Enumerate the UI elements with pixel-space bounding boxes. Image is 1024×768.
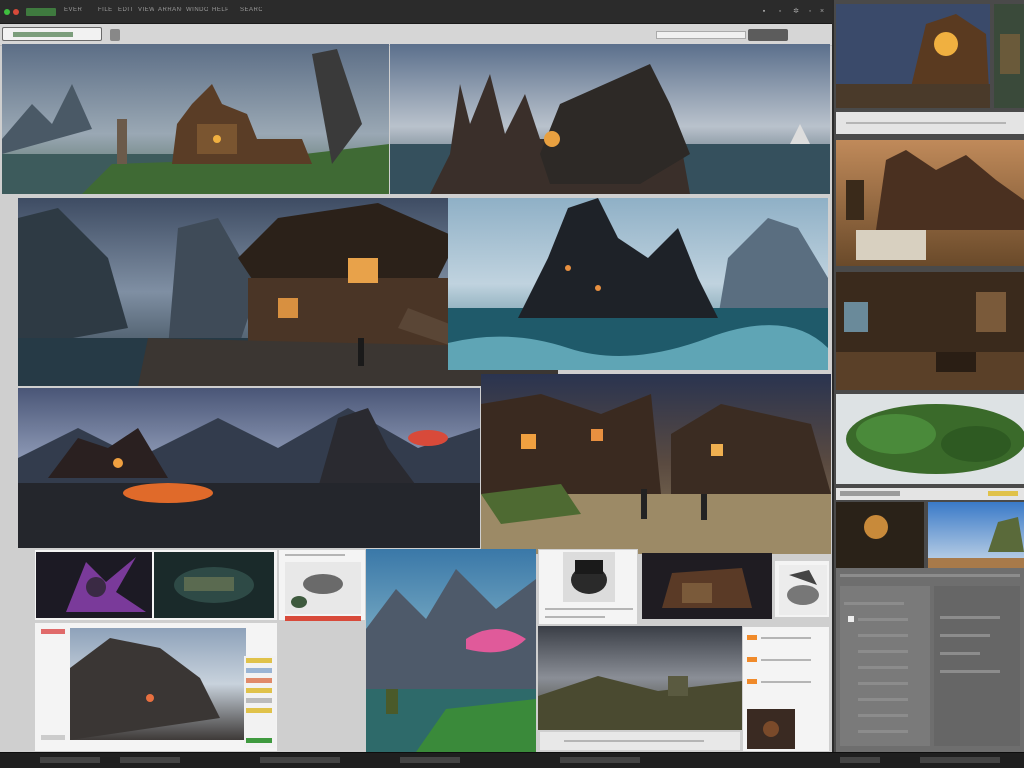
- image-waterfall-valley[interactable]: [366, 549, 536, 752]
- menu-edit[interactable]: EDIT: [118, 7, 134, 17]
- status-item-2[interactable]: [120, 757, 180, 763]
- gear-icon[interactable]: ✲: [792, 8, 800, 16]
- setting-row-1[interactable]: [844, 592, 924, 600]
- menu-window[interactable]: WINDOW: [186, 7, 208, 17]
- settings-icon[interactable]: ◦: [806, 8, 814, 16]
- maximize-icon[interactable]: ▫: [776, 8, 784, 16]
- settings-column: [840, 586, 930, 746]
- image-rocky-cliffs[interactable]: [70, 628, 246, 740]
- image-village-square-evening[interactable]: [481, 374, 831, 554]
- swatch-row: [836, 488, 1024, 500]
- image-coastal-castle-village[interactable]: [2, 44, 389, 194]
- image-golden-village-interior[interactable]: [836, 4, 990, 108]
- status-item-1[interactable]: [40, 757, 100, 763]
- image-tavern-interior[interactable]: [836, 272, 1024, 390]
- status-item-6[interactable]: [840, 757, 880, 763]
- image-jungle-foliage[interactable]: [836, 394, 1024, 484]
- status-item-3[interactable]: [260, 757, 340, 763]
- toolbar-small-button[interactable]: [110, 29, 120, 41]
- caption-strip: [540, 732, 740, 750]
- image-sky-island[interactable]: [928, 502, 1024, 568]
- checkbox-icon[interactable]: [848, 616, 854, 622]
- minimize-icon[interactable]: ▪: [760, 8, 768, 16]
- app-logo: [26, 8, 56, 16]
- card-cauldron[interactable]: [538, 549, 638, 625]
- image-stormy-hills[interactable]: [538, 626, 742, 730]
- image-purple-creature[interactable]: [36, 552, 152, 618]
- card-creature-sketches[interactable]: [278, 549, 366, 621]
- image-ruined-shack[interactable]: [642, 553, 772, 619]
- section-header-bar: [836, 112, 1024, 134]
- image-underground-machine[interactable]: [154, 552, 274, 618]
- card-notes[interactable]: [742, 626, 830, 752]
- zoom-field[interactable]: [656, 31, 746, 39]
- swatch-palette[interactable]: [244, 656, 276, 748]
- status-item-5[interactable]: [560, 757, 640, 763]
- status-item-7[interactable]: [920, 757, 1000, 763]
- menu-arrange[interactable]: ARRANGE: [158, 7, 182, 17]
- record-dot-icon[interactable]: [13, 9, 19, 15]
- settings-detail-column: [934, 586, 1020, 746]
- menu-help[interactable]: HELP: [212, 7, 228, 17]
- image-ship-fortress-storm[interactable]: [390, 44, 830, 194]
- app-title: EVER: [64, 7, 83, 13]
- image-desert-castle[interactable]: [836, 140, 1024, 266]
- menu-file[interactable]: FILE: [98, 7, 114, 17]
- search-input[interactable]: [2, 27, 102, 41]
- image-village-edge[interactable]: [994, 4, 1024, 108]
- image-burning-town-night[interactable]: [18, 388, 480, 548]
- menu-view[interactable]: VIEW: [138, 7, 154, 17]
- card-reference-thumb[interactable]: [774, 560, 830, 618]
- settings-header: [840, 574, 1020, 577]
- toolbar-action-button[interactable]: [748, 29, 788, 41]
- close-icon[interactable]: ×: [818, 8, 826, 16]
- status-dot-icon: [4, 9, 10, 15]
- image-cave-glow[interactable]: [836, 502, 924, 568]
- status-item-4[interactable]: [400, 757, 460, 763]
- menu-search[interactable]: SEARCH: [240, 7, 262, 17]
- image-dark-tower-sea[interactable]: [448, 198, 828, 370]
